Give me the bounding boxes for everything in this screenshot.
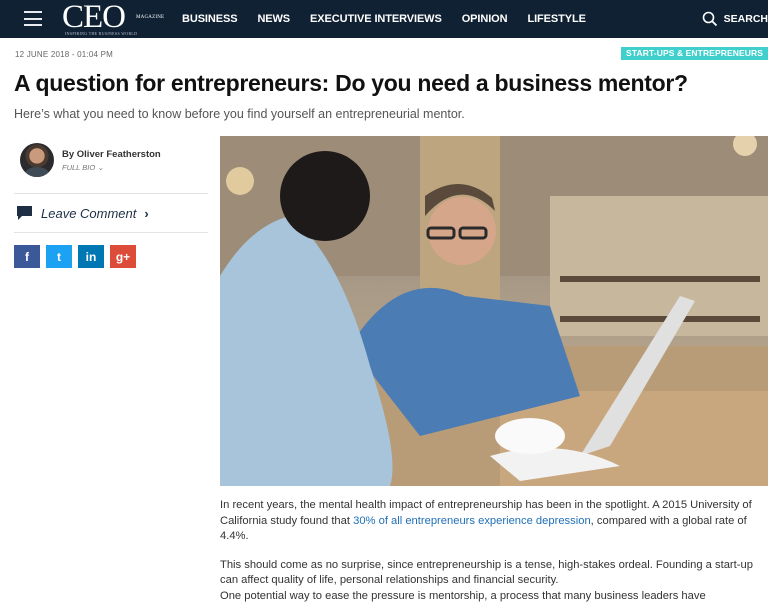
- author-block: By Oliver Featherston FULL BIO ⌄: [20, 143, 210, 183]
- main-nav: BUSINESS NEWS EXECUTIVE INTERVIEWS OPINI…: [182, 0, 606, 38]
- nav-item-lifestyle[interactable]: LIFESTYLE: [527, 13, 585, 25]
- chevron-right-icon: ›: [144, 205, 149, 221]
- share-buttons: f t in g+: [14, 245, 142, 268]
- google-plus-icon[interactable]: g+: [110, 245, 136, 268]
- logo-text: CEO: [62, 0, 126, 35]
- search-button[interactable]: SEARCH: [702, 0, 768, 38]
- article-subtitle: Here’s what you need to know before you …: [14, 107, 465, 121]
- search-icon: [702, 11, 717, 27]
- author-avatar[interactable]: [20, 143, 54, 177]
- linkedin-icon[interactable]: in: [78, 245, 104, 268]
- article-body: In recent years, the mental health impac…: [220, 498, 768, 604]
- nav-item-executive-interviews[interactable]: EXECUTIVE INTERVIEWS: [310, 13, 442, 25]
- logo-tagline: INSPIRING THE BUSINESS WORLD: [65, 31, 138, 36]
- nav-item-news[interactable]: NEWS: [257, 13, 290, 25]
- hero-image: [220, 136, 768, 486]
- facebook-icon[interactable]: f: [14, 245, 40, 268]
- paragraph: In recent years, the mental health impac…: [220, 498, 768, 545]
- nav-item-opinion[interactable]: OPINION: [462, 13, 508, 25]
- nav-item-business[interactable]: BUSINESS: [182, 13, 238, 25]
- depression-study-link[interactable]: 30% of all entrepreneurs experience depr…: [353, 515, 591, 527]
- paragraph: This should come as no surprise, since e…: [220, 558, 753, 587]
- divider: [14, 232, 208, 233]
- full-bio-label: FULL BIO: [62, 163, 96, 172]
- category-badge[interactable]: START-UPS & ENTREPRENEURS: [621, 47, 768, 60]
- speech-bubble-icon: [17, 206, 32, 220]
- leave-comment-button[interactable]: Leave Comment ›: [16, 204, 149, 222]
- article-title: A question for entrepreneurs: Do you nee…: [14, 70, 688, 96]
- hero-illustration: [220, 136, 768, 486]
- author-byline[interactable]: By Oliver Featherston: [62, 149, 161, 160]
- twitter-icon[interactable]: t: [46, 245, 72, 268]
- divider: [14, 193, 208, 194]
- logo-small-text: MAGAZINE: [136, 15, 165, 20]
- chevron-down-icon: ⌄: [97, 163, 104, 172]
- paragraph: One potential way to ease the pressure i…: [220, 589, 706, 602]
- top-navigation-bar: CEO MAGAZINE INSPIRING THE BUSINESS WORL…: [0, 0, 768, 38]
- full-bio-link[interactable]: FULL BIO ⌄: [62, 163, 104, 172]
- search-label: SEARCH: [723, 13, 768, 25]
- leave-comment-label: Leave Comment: [41, 205, 137, 221]
- hamburger-icon[interactable]: [24, 11, 42, 26]
- site-logo[interactable]: CEO MAGAZINE INSPIRING THE BUSINESS WORL…: [62, 0, 164, 36]
- publish-date: 12 JUNE 2018 - 01:04 PM: [15, 50, 113, 59]
